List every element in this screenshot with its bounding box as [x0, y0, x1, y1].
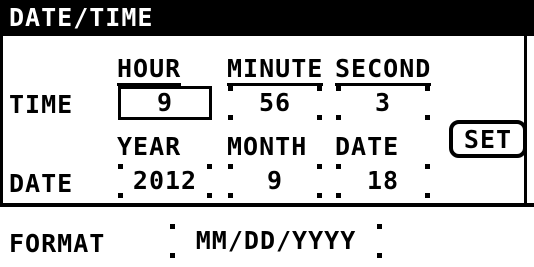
format-field[interactable]: MM/DD/YYYY	[170, 224, 382, 258]
minute-field[interactable]: 56	[228, 86, 322, 120]
month-field[interactable]: 9	[228, 164, 322, 198]
second-value: 3	[374, 88, 392, 117]
second-header: SECOND	[335, 55, 432, 86]
format-value: MM/DD/YYYY	[195, 226, 357, 255]
set-button-label: SET	[463, 125, 513, 154]
date-header: DATE	[335, 132, 400, 161]
month-value: 9	[266, 166, 284, 195]
hour-value: 9	[156, 88, 174, 117]
year-value: 2012	[132, 166, 198, 195]
hour-field[interactable]: 9	[118, 86, 212, 120]
title-bar: DATE/TIME	[0, 0, 534, 36]
year-header: YEAR	[117, 132, 182, 161]
set-button[interactable]: SET	[449, 120, 527, 158]
year-field[interactable]: 2012	[118, 164, 212, 198]
date-value: 18	[366, 166, 400, 195]
date-field[interactable]: 18	[336, 164, 430, 198]
minute-value: 56	[258, 88, 292, 117]
format-label: FORMAT	[9, 229, 106, 258]
month-header: MONTH	[227, 132, 308, 161]
time-label: TIME	[9, 90, 74, 119]
divider	[0, 203, 534, 207]
hour-header: HOUR	[117, 55, 182, 86]
date-label: DATE	[9, 169, 74, 198]
screen-title: DATE/TIME	[9, 3, 154, 32]
second-field[interactable]: 3	[336, 86, 430, 120]
minute-header: MINUTE	[227, 55, 324, 86]
